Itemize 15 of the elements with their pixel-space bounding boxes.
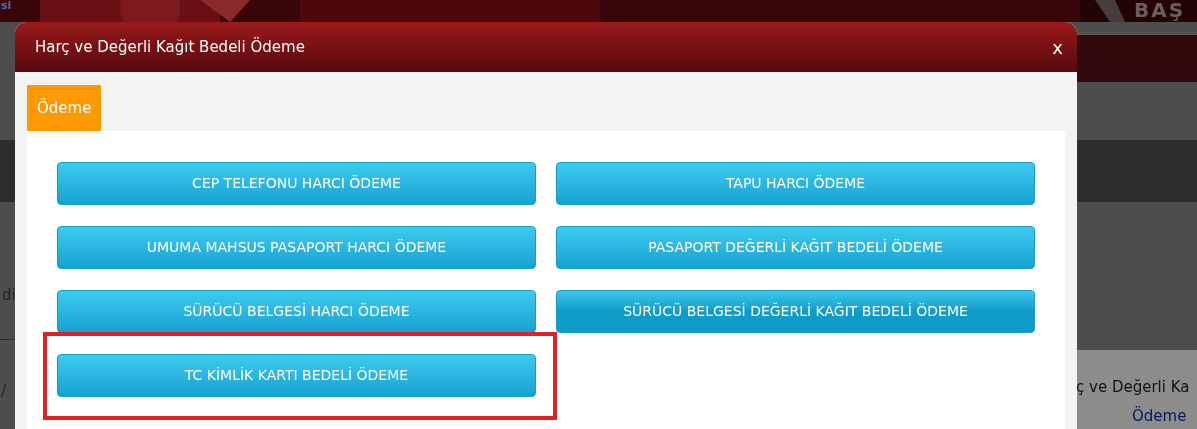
tab[interactable]: Ödeme [27, 85, 102, 131]
payment-button[interactable]: TC KİMLİK KARTI BEDELİ ÖDEME [57, 354, 536, 397]
page-text: / [1, 381, 7, 402]
payment-button[interactable]: UMUMA MAHSUS PASAPORT HARCI ÖDEME [57, 226, 536, 269]
payment-button[interactable]: PASAPORT DEĞERLİ KAĞIT BEDELİ ÖDEME [556, 226, 1035, 269]
payment-button[interactable]: CEP TELEFONU HARCI ÖDEME [57, 162, 536, 205]
payment-button[interactable]: TAPU HARCI ÖDEME [556, 162, 1035, 205]
close-button[interactable]: x [1052, 33, 1063, 61]
page-link[interactable]: Ödeme [1132, 405, 1187, 428]
page-text: si [1, 0, 12, 12]
page-heading: ç ve Değerli Ka [1076, 377, 1190, 398]
modal-title: Harç ve Değerli Kağıt Bedeli Ödeme [35, 36, 305, 58]
payment-button[interactable]: SÜRÜCÜ BELGESİ DEĞERLİ KAĞIT BEDELİ ÖDEME [556, 290, 1035, 333]
payment-button[interactable]: SÜRÜCÜ BELGESİ HARCI ÖDEME [57, 290, 536, 333]
logo-text: BAŞ [1134, 0, 1186, 20]
